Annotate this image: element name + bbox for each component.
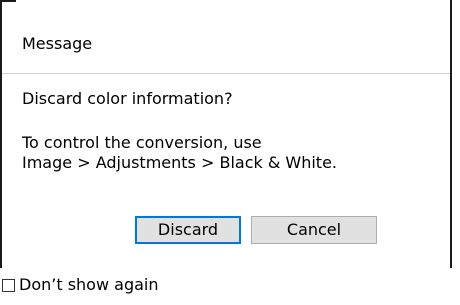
window-frame-top <box>0 0 16 2</box>
window-frame-left <box>0 0 2 268</box>
message-dialog: Message Discard color information? To co… <box>0 0 460 305</box>
cancel-button[interactable]: Cancel <box>251 216 377 244</box>
dialog-title: Message <box>22 34 93 53</box>
dialog-question: Discard color information? <box>22 89 233 108</box>
title-separator <box>2 73 450 74</box>
dont-show-again-label: Don’t show again <box>19 275 159 294</box>
info-line-1: To control the conversion, use <box>22 133 262 152</box>
dialog-info-text: To control the conversion, use Image > A… <box>22 133 337 173</box>
window-frame-right <box>450 0 452 268</box>
dont-show-again-checkbox[interactable] <box>2 278 15 292</box>
dont-show-again-option[interactable]: Don’t show again <box>2 275 158 295</box>
info-line-2: Image > Adjustments > Black & White. <box>22 153 338 172</box>
discard-button[interactable]: Discard <box>135 216 241 244</box>
